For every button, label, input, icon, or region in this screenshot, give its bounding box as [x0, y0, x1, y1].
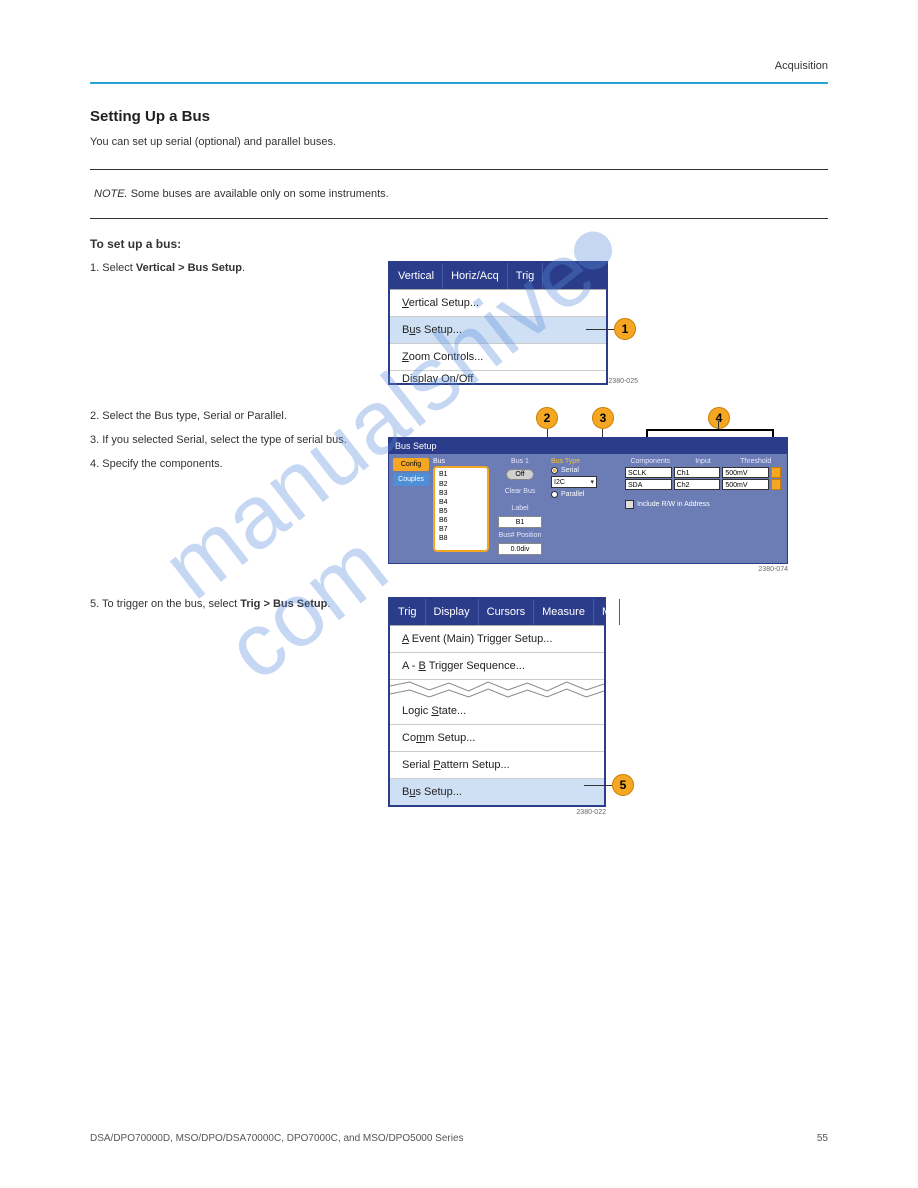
bus-item[interactable]: B4	[439, 498, 483, 507]
setup-title: To set up a bus:	[90, 237, 828, 251]
tab-couples[interactable]: Couples	[393, 473, 429, 486]
step-5-text: 5. To trigger on the bus, select Trig > …	[90, 597, 370, 613]
components-header: Components Input Threshold	[625, 458, 781, 465]
menubar-m[interactable]: M	[594, 599, 620, 625]
dialog-title: Bus Setup	[389, 438, 787, 454]
bus-item[interactable]: B2	[439, 480, 483, 489]
bus-item[interactable]: B5	[439, 507, 483, 516]
bus-off-button[interactable]: Off	[506, 469, 533, 480]
buspos-label: Bus# Position	[499, 532, 542, 539]
bus-list-label: Bus	[433, 458, 489, 465]
buspos-field[interactable]: 0.0div	[498, 543, 542, 555]
dialog-tabs: Config Couples	[393, 458, 429, 555]
radio-serial[interactable]: Serial	[551, 467, 621, 474]
menu-item-bus-setup[interactable]: Bus Setup...	[390, 317, 606, 344]
row-marker-icon	[771, 479, 781, 490]
step-1-text: 1. Select Vertical > Bus Setup.	[90, 261, 370, 277]
note-text: Some buses are available only on some in…	[131, 188, 389, 200]
bus-item[interactable]: B3	[439, 489, 483, 498]
row-marker-icon	[771, 467, 781, 478]
include-rw-label: Include R/W in Address	[637, 501, 710, 508]
input-cell[interactable]: Ch2	[674, 479, 721, 490]
callout-1: 1	[614, 318, 636, 340]
checkbox-icon[interactable]	[625, 500, 634, 509]
footer-page: 55	[817, 1133, 828, 1144]
trig-dropdown: A Event (Main) Trigger Setup... A - B Tr…	[390, 625, 604, 680]
menubar: Vertical Horiz/Acq Trig	[390, 263, 606, 289]
menu-item-display-onoff[interactable]: Display On/Off	[390, 371, 606, 383]
callout-4-bracket	[646, 429, 774, 437]
callout-4-stem	[718, 421, 719, 429]
callout-5-line	[584, 785, 612, 786]
component-row: SCLK Ch1 500mV	[625, 467, 781, 478]
note-label: NOTE.	[94, 188, 128, 200]
trig-menu-screenshot: Trig Display Cursors Measure M A Event (…	[388, 597, 606, 807]
input-cell[interactable]: Ch1	[674, 467, 721, 478]
vertical-dropdown: Vertical Setup... Bus Setup... Zoom Cont…	[390, 289, 606, 383]
section-title: Setting Up a Bus	[90, 108, 828, 125]
figure-id: 2380-074	[388, 566, 788, 573]
note-box: NOTE. Some buses are available only on s…	[90, 169, 828, 220]
bus1-label: Bus 1	[511, 458, 529, 465]
tab-config[interactable]: Config	[393, 458, 429, 471]
menubar-horiz[interactable]: Horiz/Acq	[443, 263, 508, 289]
bus-item[interactable]: B6	[439, 516, 483, 525]
menu-item-ab-sequence[interactable]: A - B Trigger Sequence...	[390, 653, 604, 680]
callout-5: 5	[612, 774, 634, 796]
label-field[interactable]: B1	[498, 516, 542, 528]
threshold-cell[interactable]: 500mV	[722, 467, 769, 478]
component-row: SDA Ch2 500mV	[625, 479, 781, 490]
figure-id: 2380-025	[608, 378, 638, 385]
menu-item-logic-state[interactable]: Logic State...	[390, 698, 604, 725]
trig-menubar: Trig Display Cursors Measure M	[390, 599, 604, 625]
menu-item-bus-setup-2[interactable]: Bus Setup...	[390, 779, 604, 805]
clear-bus-label[interactable]: Clear Bus	[505, 488, 536, 495]
figure-id: 2380-022	[388, 809, 606, 816]
bus-item[interactable]: B8	[439, 534, 483, 543]
menu-item-zoom-controls[interactable]: Zoom Controls...	[390, 344, 606, 371]
component-cell: SDA	[625, 479, 672, 490]
menu-item-serial-pattern[interactable]: Serial Pattern Setup...	[390, 752, 604, 779]
callout-1-line	[586, 329, 614, 330]
steps-2-4-text: 2. Select the Bus type, Serial or Parall…	[90, 409, 370, 473]
intro-text: You can set up serial (optional) and par…	[90, 135, 828, 151]
header-rule	[90, 82, 828, 84]
torn-edge-icon	[390, 680, 604, 698]
bustype-select[interactable]: I2C	[551, 476, 597, 488]
running-head: Acquisition	[90, 60, 828, 72]
include-rw-row[interactable]: Include R/W in Address	[625, 500, 781, 509]
menubar-measure[interactable]: Measure	[534, 599, 594, 625]
menu-item-comm-setup[interactable]: Comm Setup...	[390, 725, 604, 752]
vertical-menu-screenshot: Vertical Horiz/Acq Trig Vertical Setup..…	[388, 261, 608, 385]
menu-item-vertical-setup[interactable]: Vertical Setup...	[390, 290, 606, 317]
callout-4: 4	[708, 407, 730, 429]
menubar-cursors[interactable]: Cursors	[479, 599, 535, 625]
threshold-cell[interactable]: 500mV	[722, 479, 769, 490]
footer-left: DSA/DPO70000D, MSO/DPO/DSA70000C, DPO700…	[90, 1133, 464, 1144]
menu-item-a-event[interactable]: A Event (Main) Trigger Setup...	[390, 626, 604, 653]
menubar-trig[interactable]: Trig	[508, 263, 544, 289]
bustype-label: Bus Type	[551, 458, 621, 465]
bus-list[interactable]: B1 B2 B3 B4 B5 B6 B7 B8	[433, 466, 489, 552]
callout-3: 3	[592, 407, 614, 429]
radio-dot-on-icon	[551, 467, 558, 474]
radio-dot-off-icon	[551, 491, 558, 498]
radio-parallel[interactable]: Parallel	[551, 491, 621, 498]
menubar-trig[interactable]: Trig	[390, 599, 426, 625]
menubar-vertical[interactable]: Vertical	[390, 263, 443, 289]
menubar-display[interactable]: Display	[426, 599, 479, 625]
component-cell: SCLK	[625, 467, 672, 478]
bus-setup-dialog: Bus Setup Config Couples Bus B1 B2 B3 B4	[388, 437, 788, 564]
label-label: Label	[511, 505, 528, 512]
bus-item[interactable]: B1	[439, 470, 483, 479]
bus-item[interactable]: B7	[439, 525, 483, 534]
callout-2: 2	[536, 407, 558, 429]
